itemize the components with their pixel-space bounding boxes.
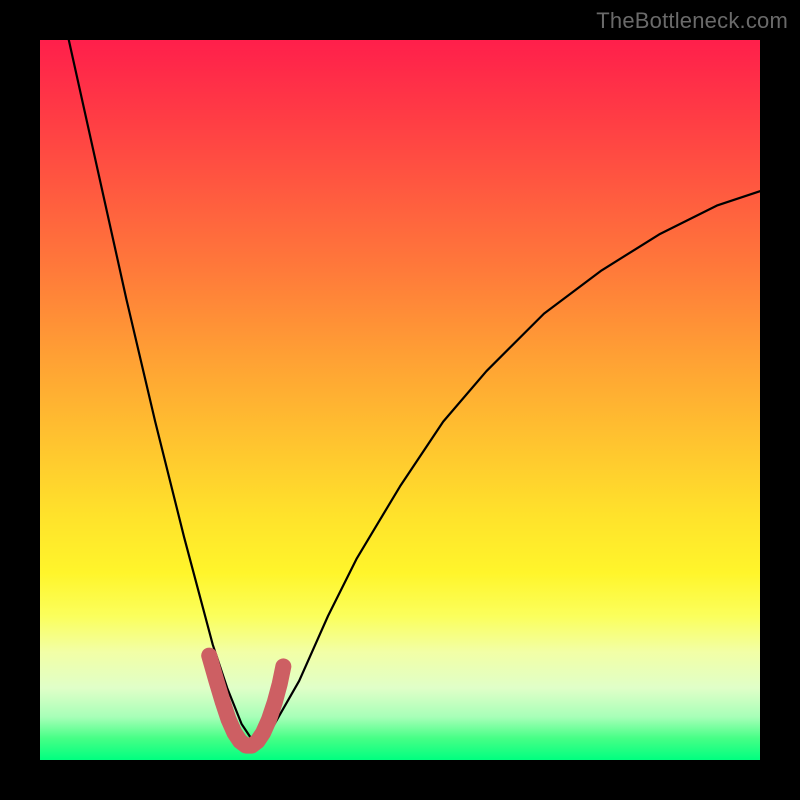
chart-frame: TheBottleneck.com xyxy=(0,0,800,800)
plot-area xyxy=(40,40,760,760)
watermark-text: TheBottleneck.com xyxy=(596,8,788,34)
chart-svg xyxy=(40,40,760,760)
bottleneck-curve xyxy=(69,40,760,746)
